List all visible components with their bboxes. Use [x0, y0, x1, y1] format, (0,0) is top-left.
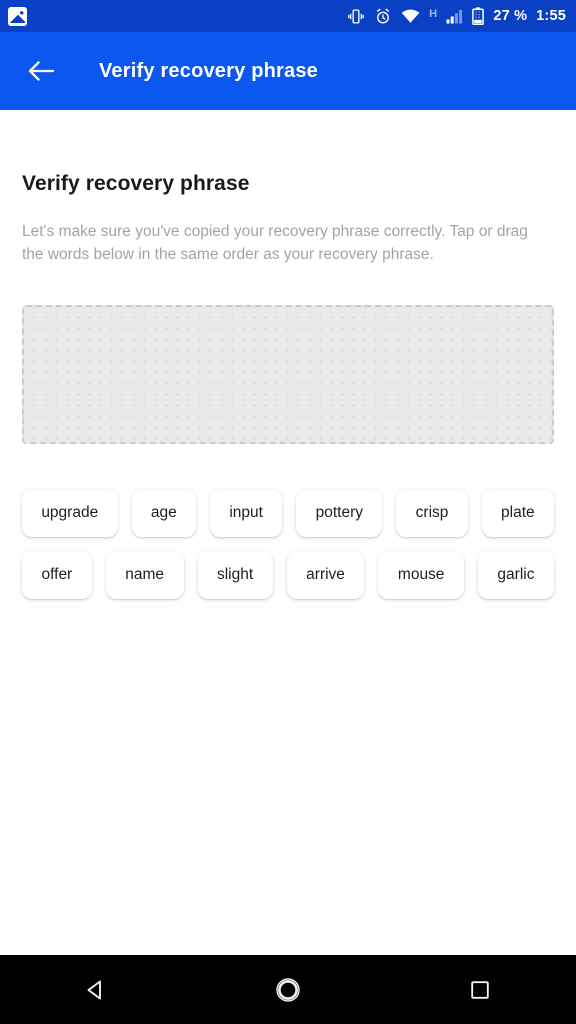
word-chip[interactable]: offer: [22, 551, 92, 599]
battery-percent-label: 27 %: [493, 8, 528, 24]
word-chip[interactable]: mouse: [378, 551, 464, 599]
recents-nav-icon: [471, 980, 489, 999]
back-arrow-icon: [28, 61, 54, 81]
word-chip[interactable]: garlic: [477, 551, 554, 599]
home-nav-icon: [276, 977, 300, 1002]
status-bar-system-icons: H 27 % 1:55: [347, 7, 566, 25]
back-button[interactable]: [24, 54, 58, 88]
wifi-icon: [401, 9, 420, 23]
status-bar: H 27 % 1:55: [0, 0, 576, 32]
word-chip[interactable]: input: [210, 489, 283, 537]
vibrate-icon: [348, 8, 365, 24]
nav-back-button[interactable]: [61, 955, 131, 1024]
word-chip-row: offer name slight arrive mouse garlic: [22, 551, 554, 599]
word-chip[interactable]: plate: [481, 489, 554, 537]
gallery-icon: [8, 6, 27, 26]
word-chip[interactable]: slight: [197, 551, 273, 599]
alarm-icon: [377, 8, 390, 23]
battery-icon: [472, 7, 485, 25]
page-description: Let's make sure you've copied your recov…: [22, 223, 528, 263]
word-chip[interactable]: arrive: [286, 551, 365, 599]
status-bar-notifications: [8, 6, 27, 26]
clock-label: 1:55: [536, 8, 566, 24]
back-nav-icon: [87, 980, 101, 999]
app-bar: Verify recovery phrase: [0, 32, 576, 110]
word-chip[interactable]: age: [131, 489, 197, 537]
hspa-icon: H: [429, 8, 438, 20]
signal-icon: [446, 9, 463, 23]
page-title: Verify recovery phrase: [22, 172, 250, 195]
word-chip[interactable]: crisp: [396, 489, 468, 537]
word-chip-row: upgrade age input pottery crisp plate: [22, 489, 554, 537]
main-content: Verify recovery phrase Let's make sure y…: [0, 172, 576, 1017]
nav-home-button[interactable]: [253, 955, 323, 1024]
app-bar-title: Verify recovery phrase: [99, 59, 318, 82]
recovery-phrase-drop-zone[interactable]: [22, 305, 554, 444]
word-chip[interactable]: name: [105, 551, 184, 599]
word-chip[interactable]: pottery: [296, 489, 383, 537]
nav-recents-button[interactable]: [445, 955, 515, 1024]
word-chip[interactable]: upgrade: [22, 489, 118, 537]
word-chip-grid: upgrade age input pottery crisp plate of…: [22, 489, 554, 599]
android-navigation-bar: [0, 955, 576, 1024]
